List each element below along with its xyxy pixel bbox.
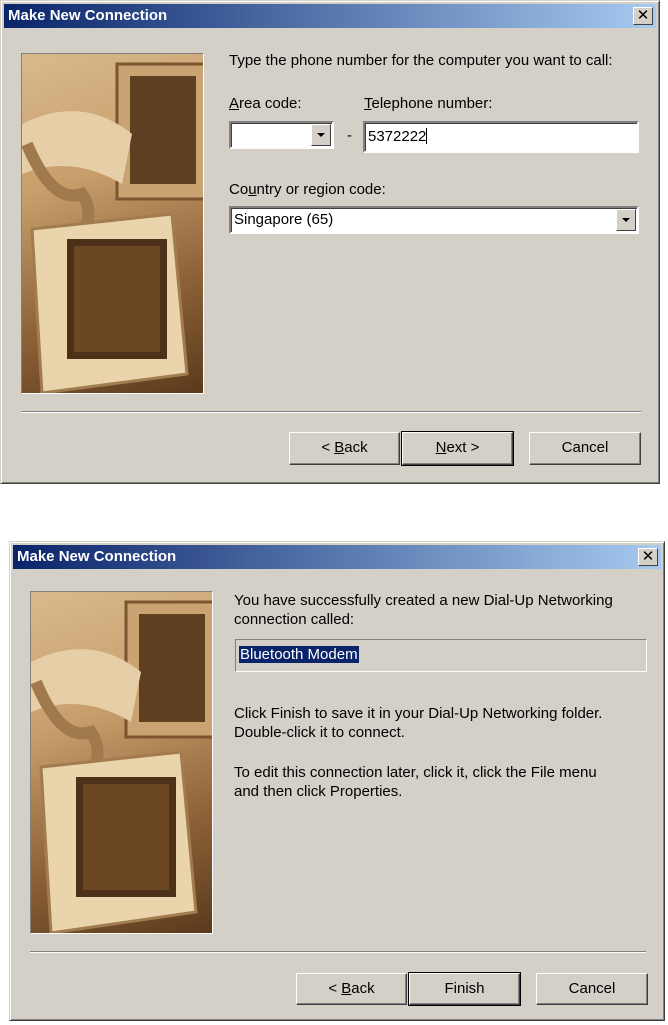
telephone-number-label: Telephone number: <box>364 95 493 112</box>
computer-and-telephone-illustration <box>30 591 213 934</box>
close-icon[interactable]: ✕ <box>633 7 653 25</box>
success-text-line2: connection called: <box>234 611 355 628</box>
country-region-label: Country or region code: <box>229 181 386 198</box>
make-new-connection-dialog-phone: Make New Connection ✕ Type the phone num… <box>0 0 660 484</box>
country-region-value: Singapore (65) <box>234 211 334 228</box>
country-region-combobox[interactable]: Singapore (65) <box>229 206 639 234</box>
title-bar[interactable]: Make New Connection ✕ <box>13 545 661 569</box>
back-button[interactable]: < Back <box>296 973 407 1005</box>
connection-name: Bluetooth Modem <box>239 646 359 663</box>
finish-text-line2: Double-click it to connect. <box>234 724 405 741</box>
close-icon[interactable]: ✕ <box>638 548 658 566</box>
window-title: Make New Connection <box>17 548 177 565</box>
separator-line <box>30 951 646 953</box>
back-button[interactable]: < Back <box>289 432 400 465</box>
separator-line <box>21 411 641 413</box>
connection-name-box: Bluetooth Modem <box>235 639 647 672</box>
instruction-text: Type the phone number for the computer y… <box>229 52 613 69</box>
telephone-number-field[interactable]: 5372222 <box>363 121 639 153</box>
chevron-down-icon[interactable] <box>616 209 636 231</box>
success-text-line1: You have successfully created a new Dial… <box>234 592 613 609</box>
finish-text-line1: Click Finish to save it in your Dial-Up … <box>234 705 603 722</box>
make-new-connection-dialog-finish: Make New Connection ✕ You have successfu… <box>9 541 665 1021</box>
text-cursor <box>426 128 428 144</box>
next-button[interactable]: Next > <box>401 431 514 466</box>
telephone-number-value: 5372222 <box>368 128 427 145</box>
chevron-down-icon[interactable] <box>311 124 331 146</box>
window-title: Make New Connection <box>8 7 168 24</box>
title-bar[interactable]: Make New Connection ✕ <box>4 4 656 28</box>
area-code-label: Area code: <box>229 95 302 112</box>
dash-separator: - <box>347 127 352 144</box>
edit-text-line2: and then click Properties. <box>234 783 403 800</box>
cancel-button[interactable]: Cancel <box>536 973 648 1005</box>
cancel-button[interactable]: Cancel <box>529 432 641 465</box>
edit-text-line1: To edit this connection later, click it,… <box>234 764 597 781</box>
finish-button[interactable]: Finish <box>408 972 521 1006</box>
area-code-combobox[interactable] <box>229 121 334 149</box>
computer-and-telephone-illustration <box>21 53 204 394</box>
